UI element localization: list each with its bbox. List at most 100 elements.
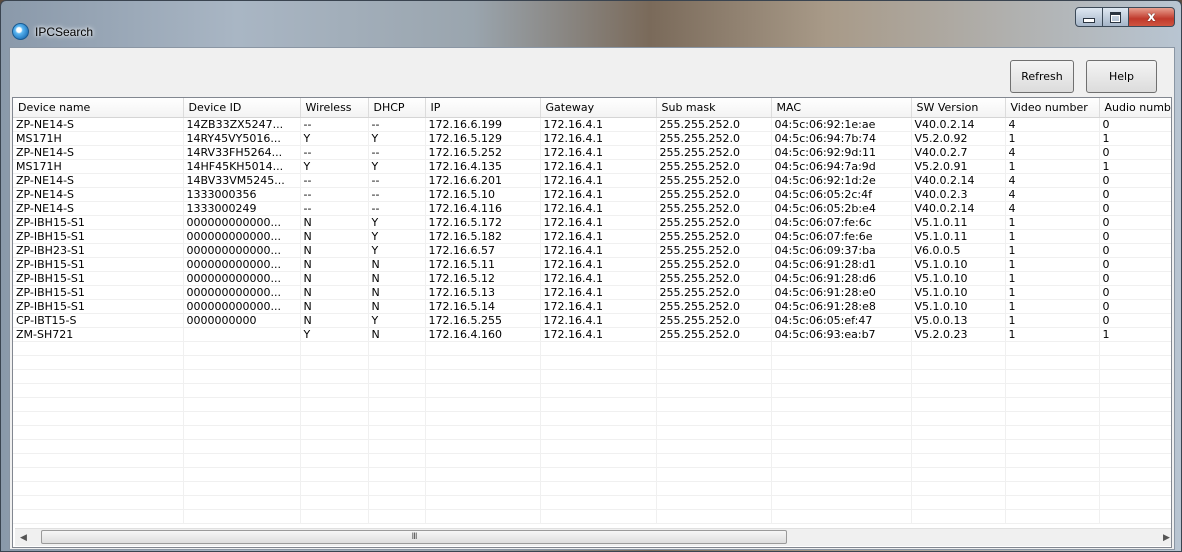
empty-cell [425, 495, 541, 510]
table-row[interactable]: ZP-IBH15-S1 000000000000... N N 172.16.5.11 1… [13, 257, 1171, 272]
empty-cell [540, 425, 657, 440]
table-cell: 04:5c:06:91:28:d1 [771, 257, 912, 272]
empty-cell [771, 439, 912, 454]
empty-cell [1005, 383, 1100, 398]
table-cell: Y [300, 131, 369, 146]
empty-cell [1005, 425, 1100, 440]
table-row[interactable]: ZP-NE14-S 1333000249 -- -- 172.16.4.116 172.1… [13, 201, 1171, 216]
table-cell: V40.0.2.3 [911, 187, 1006, 202]
table-cell: 172.16.5.129 [425, 131, 541, 146]
table-cell: 0 [1099, 229, 1171, 244]
empty-cell [540, 481, 657, 496]
empty-cell [771, 397, 912, 412]
empty-cell [1005, 481, 1100, 496]
table-row[interactable]: ZP-NE14-S 14RV33FH5264... -- -- 172.16.5.252… [13, 145, 1171, 160]
scroll-right-button[interactable]: ▶ [1158, 529, 1171, 546]
empty-cell [425, 439, 541, 454]
table-row[interactable]: ZP-IBH15-S1 000000000000... N N 172.16.5.14 1… [13, 299, 1171, 314]
table-cell: 14BV33VM5245... [183, 173, 301, 188]
empty-cell [183, 495, 301, 510]
table-cell: 172.16.5.11 [425, 257, 541, 272]
table-row[interactable]: CP-IBT15-S 0000000000 N Y 172.16.5.255 172.16… [13, 313, 1171, 328]
empty-cell [656, 467, 772, 482]
table-cell: 172.16.5.13 [425, 285, 541, 300]
table-row[interactable]: MS171H 14RY45VY5016... Y Y 172.16.5.129 172.1… [13, 131, 1171, 146]
scroll-left-button[interactable]: ◀ [15, 529, 32, 546]
column-header[interactable]: SW Version [911, 98, 1006, 118]
chevron-left-icon: ◀ [20, 532, 27, 543]
table-cell: Y [368, 131, 426, 146]
table-cell: 1 [1005, 327, 1100, 342]
column-header[interactable]: Device ID [183, 98, 301, 118]
table-cell: 172.16.4.135 [425, 159, 541, 174]
empty-cell [1005, 509, 1100, 524]
table-cell: 04:5c:06:05:2b:e4 [771, 201, 912, 216]
refresh-button[interactable]: Refresh [1010, 60, 1074, 93]
table-cell: 0 [1099, 271, 1171, 286]
title-bar[interactable]: IPCSearch x [1, 1, 1181, 47]
table-row[interactable]: MS171H 14HF45KH5014... Y Y 172.16.4.135 172.1… [13, 159, 1171, 174]
column-header[interactable]: DHCP [368, 98, 426, 118]
table-row[interactable]: ZP-IBH15-S1 000000000000... N Y 172.16.5.172… [13, 215, 1171, 230]
column-header[interactable]: MAC [771, 98, 912, 118]
empty-cell [540, 495, 657, 510]
table-cell: -- [300, 173, 369, 188]
table-row[interactable]: ZP-NE14-S 1333000356 -- -- 172.16.5.10 172.16… [13, 187, 1171, 202]
column-header[interactable]: IP [425, 98, 541, 118]
empty-cell [656, 453, 772, 468]
table-cell: 04:5c:06:94:7a:9d [771, 159, 912, 174]
horizontal-scrollbar[interactable]: ◀ III ▶ [15, 528, 1171, 546]
column-header[interactable]: Gateway [540, 98, 657, 118]
empty-cell [300, 481, 369, 496]
table-cell: 172.16.4.1 [540, 313, 657, 328]
column-header[interactable]: Device name [13, 98, 184, 118]
table-cell: 172.16.5.14 [425, 299, 541, 314]
empty-cell [425, 453, 541, 468]
table-cell: 172.16.4.1 [540, 229, 657, 244]
empty-cell [183, 467, 301, 482]
table-cell: N [368, 299, 426, 314]
table-cell: V40.0.2.14 [911, 201, 1006, 216]
table-cell: 000000000000... [183, 299, 301, 314]
table-row[interactable]: ZP-IBH15-S1 000000000000... N N 172.16.5.13 1… [13, 285, 1171, 300]
table-row[interactable]: ZP-IBH15-S1 000000000000... N N 172.16.5.12 1… [13, 271, 1171, 286]
column-header[interactable]: Audio number [1099, 98, 1171, 118]
table-row[interactable]: ZP-IBH23-S1 000000000000... N Y 172.16.6.57 1… [13, 243, 1171, 258]
scrollbar-thumb[interactable]: III [41, 530, 787, 544]
table-row[interactable]: ZP-NE14-S 14BV33VM5245... -- -- 172.16.6.201… [13, 173, 1171, 188]
table-cell: 172.16.6.201 [425, 173, 541, 188]
empty-table-row [13, 397, 1171, 412]
table-row[interactable]: ZM-SH721 Y N 172.16.4.160 172.16.4.1 255.255.… [13, 327, 1171, 342]
table-cell: V40.0.2.14 [911, 173, 1006, 188]
column-header[interactable]: Sub mask [656, 98, 772, 118]
empty-cell [368, 481, 426, 496]
table-cell: 04:5c:06:91:28:e0 [771, 285, 912, 300]
empty-cell [656, 341, 772, 356]
empty-cell [771, 411, 912, 426]
table-cell: 14HF45KH5014... [183, 159, 301, 174]
table-cell: 0 [1099, 285, 1171, 300]
empty-cell [425, 425, 541, 440]
empty-cell [368, 341, 426, 356]
table-row[interactable]: ZP-NE14-S 14ZB33ZX5247... -- -- 172.16.6.199… [13, 117, 1171, 132]
empty-cell [1005, 341, 1100, 356]
table-cell: 1 [1005, 131, 1100, 146]
table-cell: 255.255.252.0 [656, 243, 772, 258]
table-cell: N [368, 327, 426, 342]
column-header[interactable]: Video number [1005, 98, 1100, 118]
table-cell: V5.0.0.13 [911, 313, 1006, 328]
close-button[interactable]: x [1129, 7, 1175, 27]
minimize-button[interactable] [1075, 7, 1103, 27]
table-cell: ZP-IBH15-S1 [13, 285, 184, 300]
device-list[interactable]: Device name Device ID Wireless DHCP IP Gatewa… [12, 97, 1172, 548]
table-cell: 04:5c:06:92:9d:11 [771, 145, 912, 160]
table-cell: ZP-IBH15-S1 [13, 215, 184, 230]
empty-cell [656, 369, 772, 384]
help-button[interactable]: Help [1086, 60, 1157, 93]
column-header[interactable]: Wireless [300, 98, 369, 118]
maximize-button[interactable] [1103, 7, 1129, 27]
table-cell: 1333000249 [183, 201, 301, 216]
table-cell: 172.16.4.1 [540, 215, 657, 230]
table-row[interactable]: ZP-IBH15-S1 000000000000... N Y 172.16.5.182… [13, 229, 1171, 244]
ipcsearch-app-icon [12, 23, 29, 40]
